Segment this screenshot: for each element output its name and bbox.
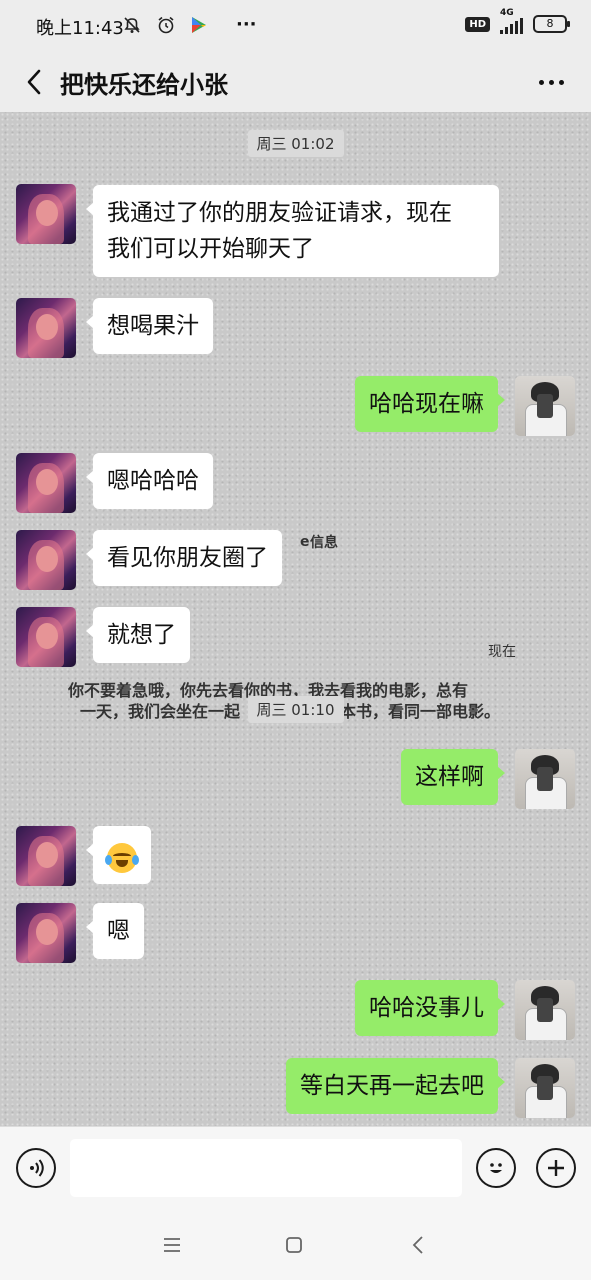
my-avatar[interactable] [515,376,575,436]
message-bubble-outgoing[interactable]: 哈哈现在嘛 [355,376,505,432]
status-icons-right: HD 4G 8 [465,8,570,34]
more-dots-icon [538,79,544,85]
bell-muted-icon [124,16,140,33]
menu-icon [164,1238,180,1252]
contact-avatar[interactable] [16,826,76,886]
status-icons-left: ··· [122,14,257,35]
message-bubble-incoming[interactable]: 我通过了你的朋友验证请求，现在 我们可以开始聊天了 [86,185,499,277]
contact-avatar[interactable] [16,184,76,244]
hd-icon: HD [465,16,490,32]
message-bubble-outgoing[interactable]: 等白天再一起去吧 [286,1058,505,1114]
voice-icon [30,1159,44,1177]
message-text: 就想了 [107,622,176,648]
message-bubble-incoming[interactable]: 看见你朋友圈了 [86,530,282,586]
battery-icon: 8 [533,15,570,33]
my-avatar[interactable] [515,1058,575,1118]
wallpaper-info-label: 信息 [310,535,338,551]
wallpaper-fragment: e [300,534,310,550]
home-square-icon [286,1237,302,1253]
voice-button[interactable] [16,1148,56,1188]
back-triangle-icon [412,1236,423,1254]
message-text: 嗯哈哈哈 [107,468,199,494]
status-bar: 晚上11:43 ··· HD 4G 8 [0,0,591,52]
title-bar: 把快乐还给小张 [0,52,591,112]
emoji-button[interactable] [476,1148,516,1188]
message-text: 这样啊 [415,764,484,790]
message-text: 想喝果汁 [107,313,199,339]
cellular-signal-icon: 4G [500,8,523,34]
input-bar [0,1126,591,1210]
message-bubble-incoming[interactable]: 嗯 [86,903,144,959]
plus-icon [548,1160,564,1176]
message-text: 等白天再一起去吧 [300,1073,484,1099]
home-nav-button[interactable] [279,1232,309,1258]
contact-avatar[interactable] [16,298,76,358]
add-button[interactable] [536,1148,576,1188]
back-nav-button[interactable] [403,1232,433,1258]
alarm-icon [158,16,174,33]
play-store-icon [192,16,206,33]
message-bubble-outgoing[interactable]: 这样啊 [401,749,505,805]
crying-laughing-emoji-icon [105,842,139,873]
message-text: 嗯 [107,918,130,944]
wallpaper-now-label: 现在 [488,644,516,660]
chat-title: 把快乐还给小张 [60,71,228,99]
status-more-dots: ··· [236,14,257,35]
chevron-left-icon [27,69,41,95]
message-text: 哈哈现在嘛 [369,391,484,417]
message-text: 哈哈没事儿 [369,995,484,1021]
message-input[interactable] [70,1139,462,1197]
status-time: 晚上11:43 [36,18,124,39]
message-text: 我通过了你的朋友验证请求，现在 [107,200,452,226]
wallpaper-line-2-tail: 本书，看同一部电影。 [340,702,501,721]
message-bubble-incoming[interactable]: 想喝果汁 [86,298,213,354]
wallpaper-line-2: 一天，我们会坐在一起 [80,702,241,721]
smiley-icon [490,1163,502,1173]
more-options-button[interactable] [531,64,571,100]
contact-avatar[interactable] [16,903,76,963]
back-button[interactable] [14,62,54,102]
system-nav-bar [0,1210,591,1280]
contact-avatar[interactable] [16,453,76,513]
message-text: 我们可以开始聊天了 [107,236,314,262]
message-bubble-outgoing[interactable]: 哈哈没事儿 [355,980,505,1036]
timestamp: 周三 01:02 [247,130,344,157]
battery-level: 8 [546,17,554,30]
contact-avatar[interactable] [16,607,76,667]
my-avatar[interactable] [515,980,575,1040]
timestamp: 周三 01:10 [247,696,344,723]
chat-area[interactable]: e 信息 现在 你不要着急哦，你先去看你的书，我去看我的电影，总有 一天，我们会… [0,112,591,1126]
message-bubble-incoming[interactable]: 嗯哈哈哈 [86,453,213,509]
message-bubble-incoming[interactable] [86,826,151,884]
menu-nav-button[interactable] [157,1232,187,1258]
my-avatar[interactable] [515,749,575,809]
contact-avatar[interactable] [16,530,76,590]
message-bubble-incoming[interactable]: 就想了 [86,607,190,663]
message-text: 看见你朋友圈了 [107,545,268,571]
